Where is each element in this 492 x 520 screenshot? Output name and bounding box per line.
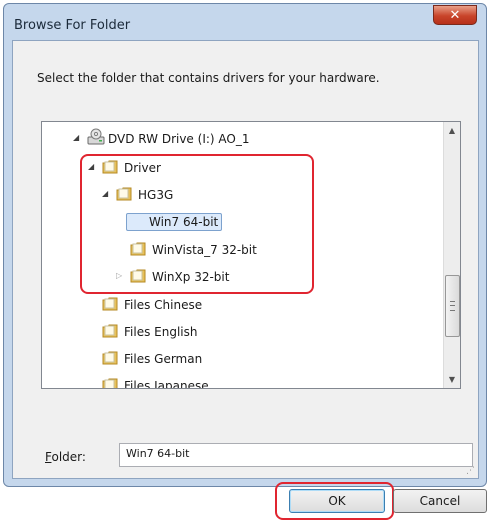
- tree-item-files-english[interactable]: Files English: [42, 321, 442, 343]
- close-icon: ✕: [449, 8, 461, 23]
- tree-item-label: Files Chinese: [124, 298, 203, 312]
- tree-item-files-japanese[interactable]: Files Japanese: [42, 375, 442, 389]
- browse-for-folder-dialog: Browse For Folder ✕ Select the folder th…: [3, 3, 487, 520]
- expand-arrow-icon[interactable]: ◢: [73, 133, 83, 143]
- folder-icon: [102, 378, 118, 388]
- dialog-title: Browse For Folder: [14, 18, 131, 33]
- close-button[interactable]: ✕: [433, 5, 477, 25]
- tree-item-files-german[interactable]: Files German: [42, 348, 442, 370]
- dvd-drive-icon: [87, 128, 105, 145]
- scroll-thumb[interactable]: [445, 275, 460, 337]
- folder-icon: [102, 351, 118, 365]
- tree-vertical-scrollbar[interactable]: ▲ ▼: [443, 122, 460, 388]
- scroll-up-arrow-icon[interactable]: ▲: [444, 122, 460, 139]
- folder-input[interactable]: Win7 64-bit: [119, 443, 473, 467]
- tree-item-label: Files German: [124, 352, 203, 366]
- folder-tree[interactable]: ◢ DVD RW Drive (I:) AO_1 ◢ Driver ◢ HG3G…: [41, 121, 461, 389]
- title-bar[interactable]: Browse For Folder ✕: [4, 4, 486, 40]
- folder-icon: [102, 324, 118, 338]
- cancel-button[interactable]: Cancel: [393, 489, 487, 513]
- tree-item-files-chinese[interactable]: Files Chinese: [42, 294, 442, 316]
- folder-field-label: Folder:: [45, 450, 86, 464]
- resize-grip-icon[interactable]: ⋰: [466, 466, 476, 476]
- tree-item-label: DVD RW Drive (I:) AO_1: [108, 132, 250, 146]
- highlight-annotation: [80, 154, 314, 294]
- ok-button[interactable]: OK: [289, 489, 385, 513]
- tree-item-label: Files English: [124, 325, 198, 339]
- instruction-text: Select the folder that contains drivers …: [37, 71, 380, 85]
- tree-item-label: Files Japanese: [124, 379, 209, 389]
- folder-icon: [102, 297, 118, 311]
- grip-icon: [450, 301, 455, 311]
- tree-item-dvd-drive[interactable]: ◢ DVD RW Drive (I:) AO_1: [42, 128, 442, 150]
- dialog-body: Select the folder that contains drivers …: [12, 40, 487, 520]
- scroll-down-arrow-icon[interactable]: ▼: [444, 371, 460, 388]
